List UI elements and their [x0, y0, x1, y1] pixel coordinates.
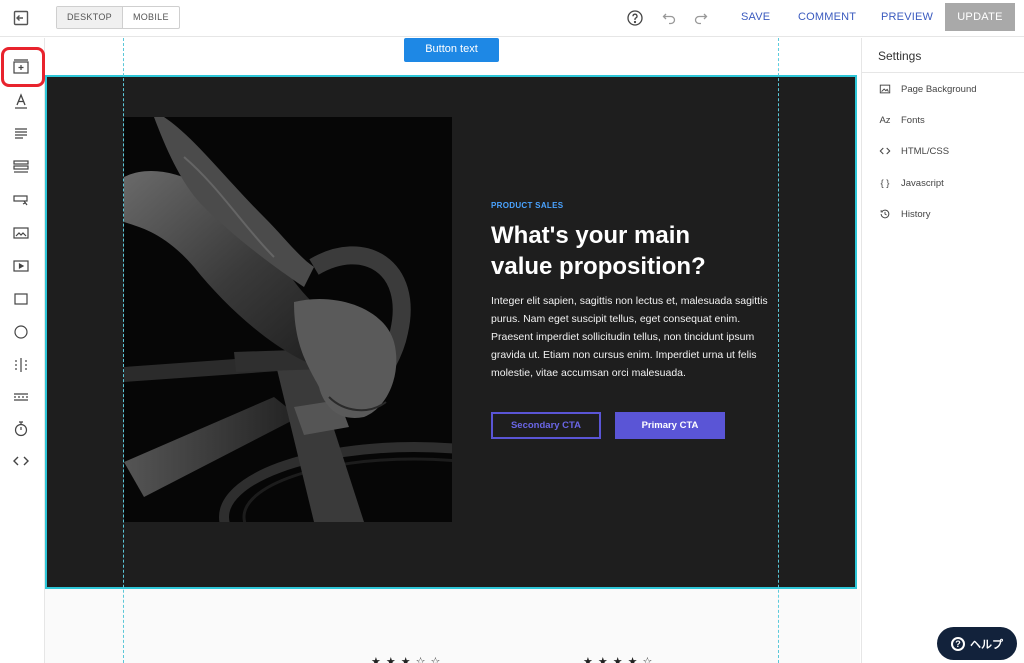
settings-item-label: Javascript: [901, 177, 944, 189]
rating-stars-right: ★★★★☆: [583, 656, 658, 663]
button-element[interactable]: Button text: [404, 38, 499, 62]
primary-cta-button[interactable]: Primary CTA: [615, 412, 725, 439]
help-question-icon: ?: [951, 636, 965, 651]
image-icon[interactable]: [11, 223, 31, 243]
undo-icon[interactable]: [660, 9, 678, 27]
settings-divider: [862, 72, 1024, 73]
divider-icon[interactable]: [11, 387, 31, 407]
settings-item-label: Page Background: [901, 83, 977, 95]
help-label: ヘルプ: [970, 637, 1003, 651]
settings-item-label: Fonts: [901, 114, 925, 126]
fonts-icon: Az: [879, 114, 891, 126]
exit-editor-icon[interactable]: [12, 9, 30, 27]
secondary-cta-button[interactable]: Secondary CTA: [491, 412, 601, 439]
editor-canvas: Button text PRODUCT SALES What's your ma…: [45, 38, 860, 663]
add-section-icon[interactable]: [11, 57, 31, 77]
mobile-view-button[interactable]: MOBILE: [123, 7, 179, 28]
settings-item-fonts[interactable]: Az Fonts: [878, 113, 925, 127]
save-button[interactable]: SAVE: [741, 11, 770, 23]
hero-section[interactable]: PRODUCT SALES What's your main value pro…: [45, 75, 857, 589]
timer-icon[interactable]: [11, 419, 31, 439]
preview-button[interactable]: PREVIEW: [881, 11, 933, 23]
form-icon[interactable]: [11, 190, 31, 210]
headline-line-2: value proposition?: [491, 253, 706, 280]
settings-item-html-css[interactable]: HTML/CSS: [878, 144, 949, 158]
settings-panel: Settings Page Background Az Fonts HTML/C…: [861, 38, 1024, 663]
box-icon[interactable]: [11, 289, 31, 309]
code-icon: [878, 144, 892, 158]
comment-button[interactable]: COMMENT: [798, 11, 856, 23]
headline-line-1: What's your main: [491, 222, 691, 249]
settings-item-page-background[interactable]: Page Background: [878, 82, 977, 96]
update-button[interactable]: UPDATE: [945, 3, 1015, 31]
top-toolbar: DESKTOP MOBILE SAVE COMMENT PREVIEW UPDA…: [0, 0, 1024, 37]
layout-guide-right: [778, 38, 779, 663]
layout-guide-left: [123, 38, 124, 663]
columns-icon[interactable]: [11, 355, 31, 375]
hero-copy: PRODUCT SALES What's your main value pro…: [491, 201, 783, 382]
eyebrow-label[interactable]: PRODUCT SALES: [491, 201, 783, 210]
desktop-view-button[interactable]: DESKTOP: [57, 7, 123, 28]
rating-stars-left: ★★★☆☆: [371, 656, 446, 663]
hero-body-text[interactable]: Integer elit sapien, sagittis non lectus…: [491, 292, 783, 382]
video-icon[interactable]: [11, 256, 31, 276]
settings-item-history[interactable]: History: [878, 207, 931, 221]
history-icon: [878, 207, 892, 221]
settings-item-label: History: [901, 208, 931, 220]
code-icon[interactable]: [11, 451, 31, 471]
text-icon[interactable]: [11, 91, 31, 111]
settings-item-label: HTML/CSS: [901, 145, 950, 157]
cta-row: Secondary CTA Primary CTA: [491, 412, 725, 439]
redo-icon[interactable]: [692, 9, 710, 27]
cyclist-photo[interactable]: [124, 117, 452, 522]
paragraph-icon[interactable]: [11, 124, 31, 144]
circle-icon[interactable]: [11, 322, 31, 342]
settings-title: Settings: [878, 49, 922, 63]
settings-item-javascript[interactable]: { } Javascript: [878, 176, 944, 190]
list-icon[interactable]: [11, 157, 31, 177]
element-toolbar: [0, 38, 45, 663]
braces-icon: { }: [880, 177, 890, 189]
hero-headline[interactable]: What's your main value proposition?: [491, 220, 783, 282]
help-circle-icon[interactable]: [626, 9, 644, 27]
device-toggle: DESKTOP MOBILE: [56, 6, 180, 29]
help-button[interactable]: ? ヘルプ: [937, 627, 1017, 660]
image-icon: [878, 82, 892, 96]
next-section[interactable]: [45, 589, 860, 663]
